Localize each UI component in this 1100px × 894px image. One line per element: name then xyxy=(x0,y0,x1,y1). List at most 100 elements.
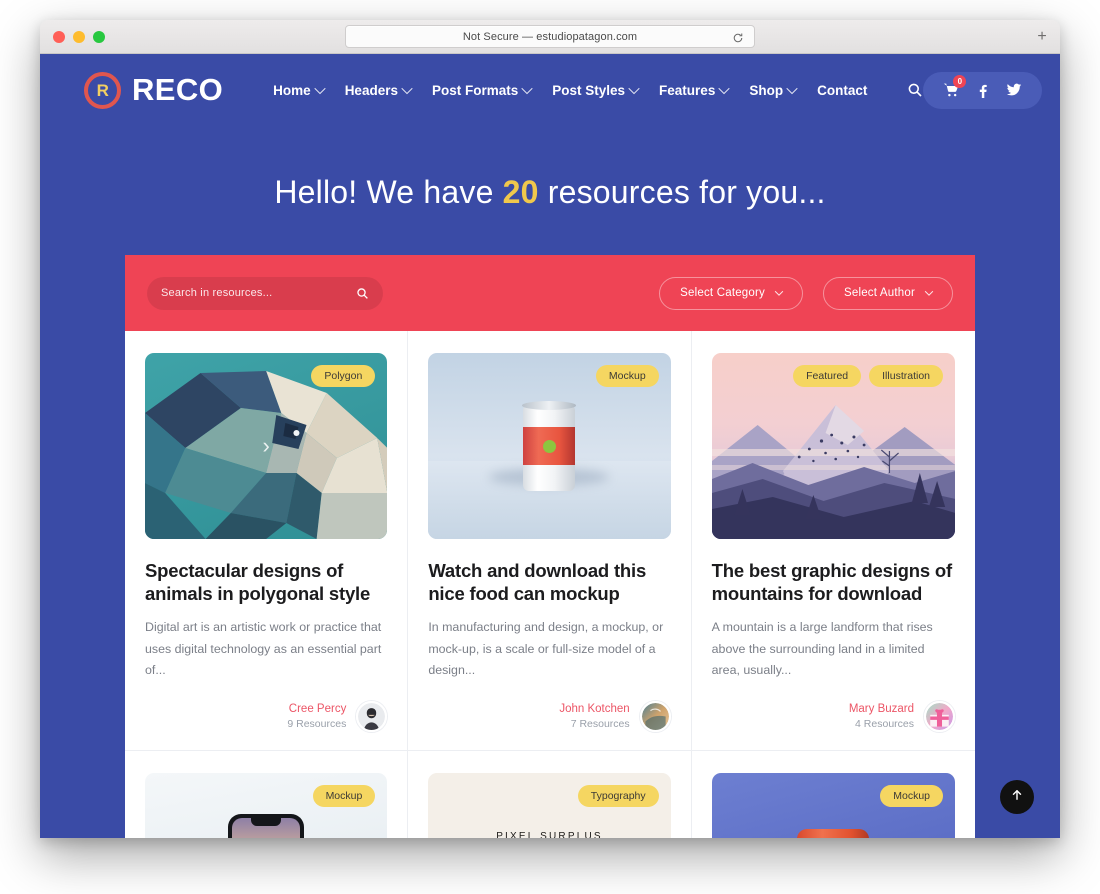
card-tag[interactable]: Illustration xyxy=(869,365,943,387)
facebook-icon[interactable] xyxy=(975,83,990,98)
category-select-label: Select Category xyxy=(680,287,765,299)
card-title[interactable]: The best graphic designs of mountains fo… xyxy=(712,559,955,605)
resource-card[interactable]: Mockup xyxy=(692,751,975,838)
maximize-window-button[interactable] xyxy=(93,30,105,43)
nav-item-headers[interactable]: Headers xyxy=(344,82,413,98)
page-viewport: R RECO Home Headers Post Formats Post St… xyxy=(40,54,1060,838)
card-footer: Mary Buzard 4 Resources xyxy=(712,681,955,750)
address-bar[interactable]: Not Secure — estudiopatagon.com xyxy=(345,25,755,48)
window-controls[interactable] xyxy=(53,30,105,43)
nav-item-shop[interactable]: Shop xyxy=(749,82,798,98)
brand-name: RECO xyxy=(132,72,224,107)
address-text: Not Secure — estudiopatagon.com xyxy=(462,30,638,43)
reload-icon[interactable] xyxy=(732,31,744,43)
chevron-down-icon xyxy=(401,82,413,95)
header-actions: 0 xyxy=(923,71,1043,109)
avatar[interactable] xyxy=(924,701,955,733)
resource-card[interactable]: Mockup Watch and download this nice food… xyxy=(408,331,692,752)
cart-icon[interactable]: 0 xyxy=(943,75,967,98)
logo-letter: R xyxy=(96,80,109,100)
cart-badge: 0 xyxy=(953,75,967,88)
card-thumbnail[interactable]: › Polygon xyxy=(145,353,388,539)
hero-section: Hello! We have 20 resources for you... xyxy=(40,126,1060,255)
card-excerpt: A mountain is a large landform that rise… xyxy=(711,620,933,677)
card-excerpt: Digital art is an artistic work or pract… xyxy=(145,620,382,677)
twitter-icon[interactable] xyxy=(1006,82,1022,98)
close-window-button[interactable] xyxy=(53,30,65,43)
card-tag[interactable]: Featured xyxy=(793,365,862,387)
resource-card[interactable]: Mockup xyxy=(125,751,409,838)
author-meta: Mary Buzard 4 Resources xyxy=(849,702,914,732)
poster-supertitle: PIXEL SURPLUS xyxy=(496,830,603,838)
chevron-down-icon xyxy=(924,287,934,296)
resource-card[interactable]: Featured Illustration The best graphic d… xyxy=(691,331,975,752)
author-resource-count: 4 Resources xyxy=(855,718,914,731)
nav-item-label: Post Formats xyxy=(431,82,519,98)
author-name[interactable]: John Kotchen xyxy=(559,702,629,718)
card-tags: Polygon xyxy=(311,365,376,387)
card-tag[interactable]: Mockup xyxy=(312,785,376,808)
resource-card[interactable]: PIXEL SURPLUS Presents WAYWARD A FREE FO… xyxy=(408,751,692,838)
chevron-down-icon xyxy=(521,82,533,95)
card-tag[interactable]: Mockup xyxy=(595,365,659,387)
card-tag[interactable]: Mockup xyxy=(880,785,943,808)
browser-titlebar: Not Secure — estudiopatagon.com + xyxy=(40,20,1060,54)
chevron-down-icon xyxy=(786,82,798,95)
nav-item-post-styles[interactable]: Post Styles xyxy=(552,82,640,98)
card-tags: Mockup xyxy=(312,785,376,808)
card-excerpt: In manufacturing and design, a mockup, o… xyxy=(428,620,664,677)
card-tags: Featured Illustration xyxy=(793,365,943,387)
minimize-window-button[interactable] xyxy=(73,30,85,43)
nav-item-label: Headers xyxy=(344,82,398,98)
card-thumbnail[interactable]: PIXEL SURPLUS Presents WAYWARD A FREE FO… xyxy=(428,773,671,838)
avatar[interactable] xyxy=(639,701,671,733)
search-input[interactable]: Search in resources... xyxy=(147,276,383,310)
nav-item-home[interactable]: Home xyxy=(273,82,326,98)
next-image-arrow-icon[interactable]: › xyxy=(262,433,269,459)
nav-item-post-formats[interactable]: Post Formats xyxy=(431,82,533,98)
card-thumbnail[interactable]: Mockup xyxy=(428,353,671,539)
author-select-label: Select Author xyxy=(843,287,915,299)
hero-suffix: resources for you... xyxy=(538,174,826,210)
card-tags: Mockup xyxy=(595,365,659,387)
browser-window: Not Secure — estudiopatagon.com + R RECO… xyxy=(40,20,1060,838)
nav-item-label: Contact xyxy=(817,82,868,98)
resource-grid: › Polygon Spectacular designs of animals… xyxy=(125,331,975,838)
author-resource-count: 9 Resources xyxy=(287,718,347,731)
logo-mark-icon: R xyxy=(84,71,121,109)
main-nav: Home Headers Post Formats Post Styles Fe… xyxy=(273,82,923,98)
card-tags: Mockup xyxy=(880,785,943,808)
card-title[interactable]: Watch and download this nice food can mo… xyxy=(428,559,670,605)
author-select[interactable]: Select Author xyxy=(822,276,953,310)
card-thumbnail[interactable]: Mockup xyxy=(145,773,388,838)
card-tag[interactable]: Polygon xyxy=(311,365,376,387)
nav-item-label: Home xyxy=(273,82,311,98)
new-tab-button[interactable]: + xyxy=(1032,27,1052,47)
brand-logo[interactable]: R RECO xyxy=(84,71,224,109)
site-header: R RECO Home Headers Post Formats Post St… xyxy=(40,54,1060,126)
scroll-to-top-button[interactable] xyxy=(1000,780,1034,814)
card-footer: John Kotchen 7 Resources xyxy=(428,681,671,750)
author-name[interactable]: Cree Percy xyxy=(287,702,347,718)
nav-item-label: Post Styles xyxy=(552,82,626,98)
search-icon[interactable] xyxy=(356,287,369,300)
card-tag[interactable]: Typography xyxy=(577,785,659,808)
card-thumbnail[interactable]: Mockup xyxy=(711,773,955,838)
arrow-up-icon xyxy=(1010,788,1024,807)
search-placeholder: Search in resources... xyxy=(161,287,273,299)
avatar[interactable] xyxy=(356,701,388,733)
chevron-down-icon xyxy=(314,82,326,95)
author-resource-count: 7 Resources xyxy=(570,718,630,731)
filter-selects: Select Category Select Author xyxy=(659,276,953,310)
author-name[interactable]: Mary Buzard xyxy=(849,702,914,718)
card-thumbnail[interactable]: Featured Illustration xyxy=(711,353,955,539)
nav-item-features[interactable]: Features xyxy=(659,83,730,98)
resource-card[interactable]: › Polygon Spectacular designs of animals… xyxy=(125,331,409,752)
author-meta: Cree Percy 9 Resources xyxy=(287,702,346,732)
search-icon[interactable] xyxy=(907,82,923,98)
category-select[interactable]: Select Category xyxy=(659,276,803,310)
card-title[interactable]: Spectacular designs of animals in polygo… xyxy=(145,559,387,605)
nav-item-contact[interactable]: Contact xyxy=(817,83,867,98)
card-footer: Cree Percy 9 Resources xyxy=(145,681,388,750)
chevron-down-icon xyxy=(628,82,640,95)
